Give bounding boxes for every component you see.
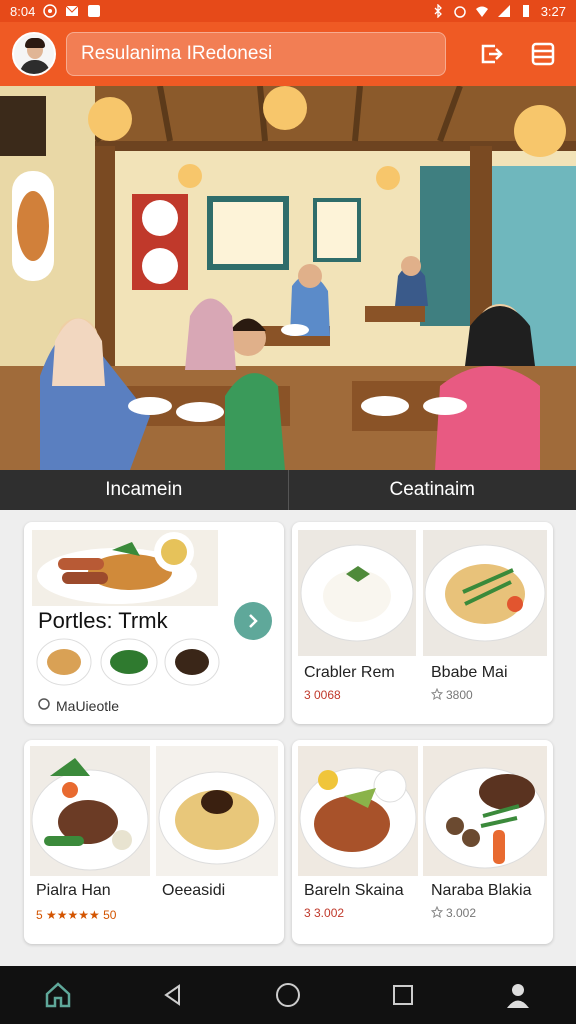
profile-button[interactable] (498, 975, 538, 1015)
system-nav-bar (0, 966, 576, 1024)
search-value: Resulanima IRedonesi (81, 43, 273, 64)
search-input[interactable]: Resulanima IRedonesi (66, 32, 446, 76)
dish-image-rice (298, 530, 416, 656)
thumb-noodles (36, 638, 92, 686)
home-button[interactable] (268, 975, 308, 1015)
home-app-button[interactable] (38, 975, 78, 1015)
recents-button[interactable] (383, 975, 423, 1015)
battery-icon (522, 5, 529, 17)
thumb-beef (164, 638, 220, 686)
restaurant-hero-image (0, 86, 576, 470)
share-button[interactable] (476, 39, 506, 69)
share-icon (481, 44, 503, 64)
dish-image-braised-meat (298, 746, 418, 876)
next-button[interactable] (234, 602, 272, 640)
dish-rating: 5 ★★★★★ 50 (36, 908, 117, 922)
menu-button[interactable] (528, 39, 558, 69)
star-icon (431, 906, 443, 918)
dish-name: Crabler Rem (304, 664, 395, 681)
featured-footer: MaUieotle (56, 698, 120, 714)
thumb-greens (100, 638, 158, 686)
profile-icon (507, 984, 530, 1008)
dish-name: Bareln Skaina (304, 882, 404, 899)
dish-image-grilled-meat (423, 746, 547, 876)
category-tabs: Incamein Ceatinaim (0, 470, 576, 510)
recents-square-icon (393, 985, 414, 1005)
back-triangle-icon (164, 984, 180, 1006)
dish-card-pair-1[interactable]: Crabler Rem 3 0068 Bbabe Mai 3800 (292, 522, 553, 724)
featured-dish-image (32, 530, 218, 606)
status-bar: 8:04 3:27 (0, 0, 576, 22)
dish-price: 3 0068 (304, 688, 341, 702)
star-icon (431, 688, 443, 700)
dish-price: 3.002 (446, 906, 477, 920)
status-clock: 3:27 (540, 3, 566, 19)
notification-icon (43, 4, 58, 18)
tab-ceatinaim[interactable]: Ceatinaim (287, 470, 576, 510)
back-button[interactable] (153, 975, 193, 1015)
dish-image-noodle-salad (423, 530, 547, 656)
featured-card[interactable]: Portles: Trmk MaUieotle (24, 522, 284, 724)
dish-name: Naraba Blakia (431, 882, 532, 899)
app-icon (88, 5, 101, 17)
signal-icon (497, 5, 510, 17)
dish-price: 3800 (446, 688, 473, 702)
dish-name: Bbabe Mai (431, 664, 508, 681)
bluetooth-icon (434, 4, 442, 18)
home-icon (45, 982, 70, 1008)
home-circle-icon (275, 983, 300, 1007)
dish-name: Pialra Han (36, 882, 111, 899)
status-time: 8:04 (10, 3, 36, 19)
featured-title: Portles: Trmk (38, 608, 168, 633)
dish-card-pair-3[interactable]: Bareln Skaina 3 3.002 Naraba Blakia 3.00… (292, 740, 553, 944)
mail-icon (65, 5, 79, 16)
location-icon (38, 698, 50, 710)
menu-list-icon (531, 42, 555, 66)
dish-image-meatball-platter (30, 746, 150, 876)
dish-price: 3 3.002 (304, 906, 345, 920)
tab-incamein[interactable]: Incamein (0, 470, 288, 510)
dish-name: Oeeasidi (162, 882, 226, 899)
dish-card-pair-2[interactable]: Pialra Han 5 ★★★★★ 50 Oeeasidi (24, 740, 284, 944)
avatar[interactable] (12, 32, 56, 76)
wifi-icon (475, 6, 488, 17)
alarm-icon (453, 6, 466, 18)
app-bar: Resulanima IRedonesi (0, 22, 576, 86)
dish-image-spaghetti (156, 746, 278, 876)
chevron-right-icon (249, 614, 258, 628)
